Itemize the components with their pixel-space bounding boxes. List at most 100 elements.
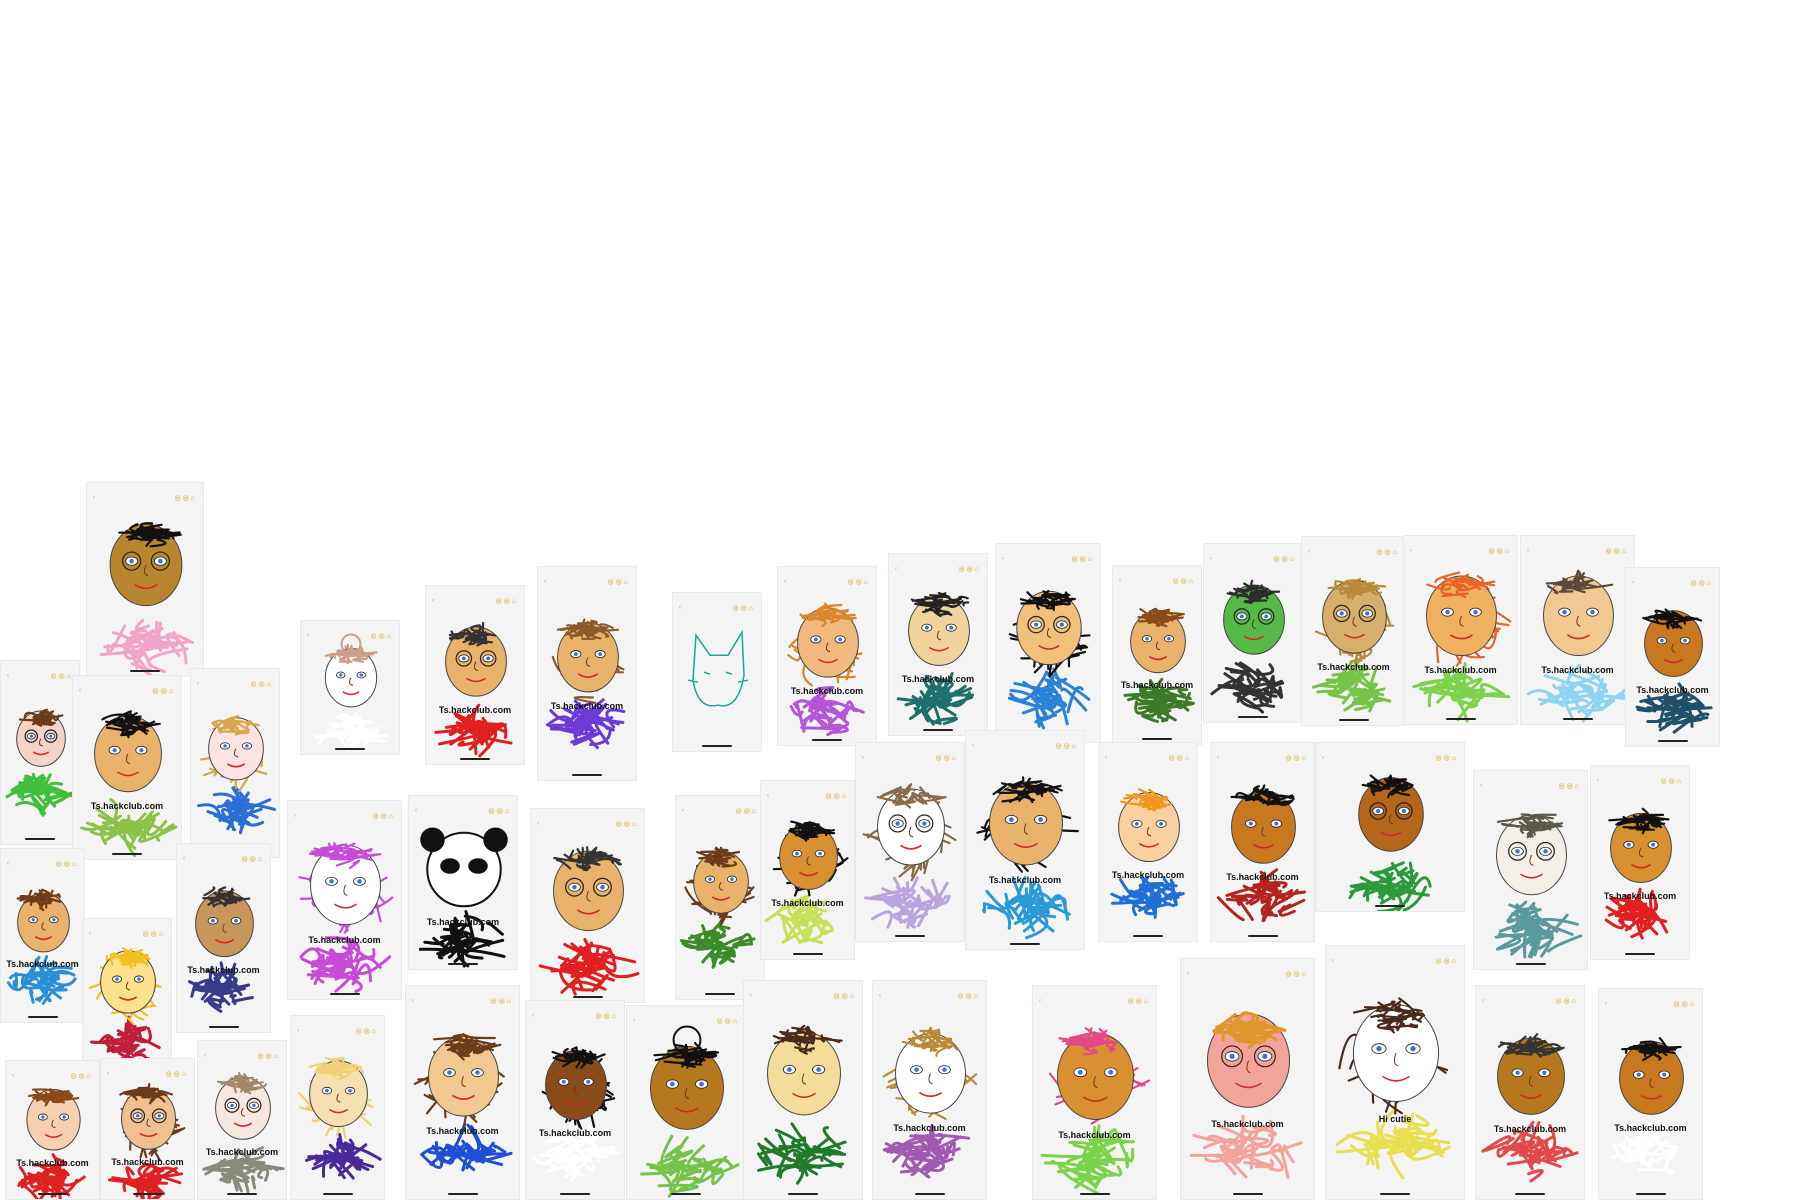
card-fish-hat[interactable]: ‹ ◎◎⌂ Ts.hackclub.com	[1210, 742, 1315, 942]
home-indicator	[132, 1193, 163, 1195]
portrait-drawing	[99, 522, 194, 676]
card-panda[interactable]: ‹ ◎◎⌂ Ts.hackclub.com	[408, 795, 518, 970]
card-green-hoodie[interactable]: ‹ ◎◎⌂	[743, 980, 863, 1200]
home-indicator	[322, 1193, 353, 1195]
card-pale-grey[interactable]: ‹ ◎◎⌂ Ts.hackclub.com	[197, 1040, 287, 1200]
card-pale-skirt[interactable]: ‹ ◎◎⌂ Ts.hackclub.com	[872, 980, 987, 1200]
home-indicator	[130, 670, 160, 672]
scribble-stroke	[679, 918, 756, 969]
drawing-caption: Ts.hackclub.com	[1603, 891, 1677, 902]
card-braids-white[interactable]: ‹ ◎◎⌂ Ts.hackclub.com	[525, 1000, 625, 1200]
card-beanie-sunglasses[interactable]: ‹ ◎◎⌂ Ts.hackclub.com	[1180, 958, 1315, 1200]
card-teal-shirt[interactable]: ‹ ◎◎⌂ Ts.hackclub.com	[888, 553, 988, 736]
card-blonde-purple[interactable]: ‹ ◎◎⌂	[290, 1015, 385, 1200]
portrait-drawing	[1481, 1033, 1579, 1183]
scribble-stroke	[1494, 900, 1583, 959]
home-indicator	[1445, 718, 1476, 720]
card-red-shirt-kid[interactable]: ‹ ◎◎⌂ Ts.hackclub.com	[1475, 985, 1585, 1200]
home-indicator	[923, 729, 953, 731]
home-indicator	[560, 1193, 590, 1195]
scribble-stroke	[305, 1133, 382, 1180]
card-dark-hair-pink-shirt[interactable]: ‹ ◎◎⌂	[86, 482, 204, 677]
drawing-caption: Ts.hackclub.com	[187, 964, 260, 975]
home-indicator	[448, 963, 478, 965]
home-indicator	[1635, 1193, 1666, 1195]
home-indicator	[27, 1016, 58, 1018]
card-red-hood[interactable]: ‹ ◎◎⌂ Ts.hackclub.com	[965, 730, 1085, 950]
portrait-drawing	[187, 886, 254, 1013]
card-brown-hair-lightblue[interactable]: ‹ ◎◎⌂ Ts.hackclub.com	[1520, 535, 1635, 725]
card-dark-skin-navy[interactable]: ‹ ◎◎⌂ Ts.hackclub.com	[1625, 567, 1720, 747]
card-brown-kid-red[interactable]: ‹ ◎◎⌂ Ts.hackclub.com	[5, 1060, 100, 1200]
card-monster-purple[interactable]: ‹ ◎◎⌂	[1203, 543, 1303, 723]
card-curly-purple[interactable]: ‹ ◎◎⌂ Ts.hackclub.com	[537, 566, 637, 781]
card-orange-hair-violet[interactable]: ‹ ◎◎⌂ Ts.hackclub.com	[777, 566, 877, 746]
card-striped-shirt[interactable]: ‹ ◎◎⌂	[82, 918, 172, 1068]
card-red-cross-shirt[interactable]: ‹ ◎◎⌂ Ts.hackclub.com	[425, 585, 525, 765]
card-cat-ears-navy[interactable]: ‹ ◎◎⌂ Ts.hackclub.com	[176, 843, 271, 1033]
card-black-bob-blue[interactable]: ‹ ◎◎⌂	[995, 543, 1101, 743]
portrait-drawing	[1494, 813, 1583, 959]
home-indicator	[208, 1026, 239, 1028]
card-fox-ears-blue[interactable]: ‹ ◎◎⌂	[190, 668, 280, 858]
portrait-drawing	[80, 710, 178, 858]
portrait-drawing	[1210, 579, 1285, 714]
scribble-stroke	[197, 785, 277, 835]
home-indicator	[572, 996, 603, 998]
drawings-wall: ‹ ◎◎⌂ ‹ ◎◎⌂ ‹ ◎◎⌂ Ts.hackclub.com ‹ ◎◎⌂ ‹ ◎◎⌂ ‹ ◎◎⌂ T…	[0, 0, 1800, 1200]
card-bun-green[interactable]: ‹ ◎◎⌂	[626, 1005, 746, 1200]
portrait-drawing	[313, 633, 390, 751]
card-hi-cutie[interactable]: ‹ ◎◎⌂ Hi cutie	[1325, 945, 1465, 1200]
drawing-caption: Ts.hackclub.com	[893, 1123, 966, 1134]
portrait-drawing	[896, 592, 975, 726]
card-curly-lime[interactable]: ‹ ◎◎⌂ Ts.hackclub.com	[760, 780, 855, 960]
portrait-drawing	[545, 618, 626, 750]
card-curly-white-dress[interactable]: ‹ ◎◎⌂	[855, 742, 965, 942]
drawing-caption: Ts.hackclub.com	[111, 1156, 184, 1167]
portrait-drawing	[1311, 578, 1395, 713]
home-indicator	[1232, 1193, 1263, 1195]
portrait-drawing	[413, 1033, 513, 1172]
card-long-blonde-glasses[interactable]: ‹ ◎◎⌂ Ts.hackclub.com	[1301, 536, 1406, 726]
home-indicator	[788, 1193, 818, 1195]
card-octopus-pink[interactable]: ‹ ◎◎⌂ Ts.hackclub.com	[287, 800, 402, 1000]
card-dark-glasses-green[interactable]: ‹ ◎◎⌂	[1315, 742, 1465, 912]
drawing-caption: Ts.hackclub.com	[538, 1128, 612, 1139]
card-grey-teal[interactable]: ‹ ◎◎⌂	[1473, 770, 1588, 970]
card-curly-red[interactable]: ‹ ◎◎⌂ Ts.hackclub.com	[1590, 765, 1690, 960]
card-cat-outline[interactable]: ‹ ◎◎⌂	[672, 592, 762, 752]
card-teal-glasses-green[interactable]: ‹ ◎◎⌂	[0, 660, 80, 845]
home-indicator	[671, 1193, 701, 1195]
card-long-brown-blue[interactable]: ‹ ◎◎⌂ Ts.hackclub.com	[405, 985, 520, 1200]
home-indicator	[329, 993, 360, 995]
card-black-hair-green[interactable]: ‹ ◎◎⌂ Ts.hackclub.com	[72, 675, 182, 860]
card-glasses-red[interactable]: ‹ ◎◎⌂ Ts.hackclub.com	[100, 1058, 195, 1200]
card-ginger-green[interactable]: ‹ ◎◎⌂ Ts.hackclub.com	[1403, 535, 1518, 725]
drawing-caption: Ts.hackclub.com	[438, 704, 512, 715]
card-headphones-pink[interactable]: ‹ ◎◎⌂ Ts.hackclub.com	[1032, 985, 1157, 1200]
home-indicator	[812, 739, 842, 741]
home-indicator	[572, 774, 602, 776]
portrait-drawing	[5, 708, 74, 817]
card-bun-sketch[interactable]: ‹ ◎◎⌂	[300, 620, 400, 755]
portrait-drawing	[862, 783, 957, 929]
portrait-drawing	[1526, 569, 1630, 723]
card-orange-hair-blue[interactable]: ‹ ◎◎⌂ Ts.hackclub.com	[1098, 742, 1198, 942]
home-indicator	[335, 748, 365, 750]
portrait-drawing	[88, 947, 162, 1066]
portrait-drawing	[1110, 788, 1185, 919]
card-brown-hair-green[interactable]: ‹ ◎◎⌂ Ts.hackclub.com	[1112, 565, 1202, 745]
home-indicator	[1338, 719, 1369, 721]
portrait-drawing	[538, 846, 640, 996]
home-indicator	[1079, 1193, 1110, 1195]
portrait-drawing	[1335, 997, 1451, 1180]
portrait-drawing	[1604, 807, 1672, 940]
home-indicator	[1562, 718, 1593, 720]
drawing-caption: Ts.hackclub.com	[1226, 872, 1299, 883]
card-red-cross-glasses[interactable]: ‹ ◎◎⌂	[530, 808, 645, 1003]
portrait-drawing	[882, 1026, 978, 1179]
card-brown-hair-green-scarf[interactable]: ‹ ◎◎⌂	[675, 795, 765, 1000]
card-curly-black-red[interactable]: ‹ ◎◎⌂ Ts.hackclub.com	[1598, 988, 1703, 1200]
card-brown-hair-blue[interactable]: ‹ ◎◎⌂ Ts.hackclub.com	[0, 848, 85, 1023]
home-indicator	[227, 1193, 257, 1195]
